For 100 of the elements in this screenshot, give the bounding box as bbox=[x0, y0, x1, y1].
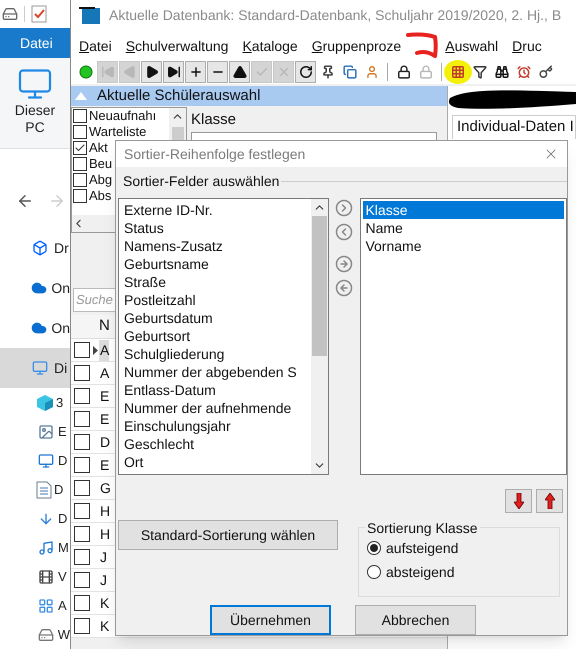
nav-item[interactable]: M bbox=[0, 533, 70, 562]
checkbox[interactable] bbox=[73, 125, 87, 139]
checkbox[interactable] bbox=[73, 141, 87, 155]
nav-item[interactable]: W bbox=[0, 620, 70, 649]
checkbox[interactable] bbox=[73, 157, 87, 171]
alarm-clock-icon bbox=[516, 65, 530, 79]
nav-label: D bbox=[58, 510, 68, 528]
list-item[interactable]: Geburtsname bbox=[124, 255, 311, 273]
checkbox[interactable] bbox=[73, 109, 87, 123]
panel-header[interactable]: Aktuelle Schülerauswahl bbox=[71, 86, 447, 106]
list-item[interactable]: Geburtsort bbox=[124, 327, 311, 345]
checkbox[interactable] bbox=[74, 480, 90, 496]
list-item[interactable]: Einschulungsjahr bbox=[124, 417, 311, 435]
nav-label: V bbox=[58, 568, 67, 586]
move-right-icon[interactable] bbox=[335, 199, 354, 217]
scrollbar-thumb[interactable] bbox=[312, 216, 327, 356]
checkbox[interactable] bbox=[74, 595, 90, 611]
pushpin-icon bbox=[320, 65, 334, 79]
nav-item[interactable]: D bbox=[0, 446, 70, 475]
refresh-icon bbox=[298, 65, 312, 79]
dialog-button[interactable]: Übernehmen bbox=[210, 605, 331, 635]
menu-item[interactable]: Datei bbox=[79, 36, 112, 60]
panel-title: Aktuelle Schülerauswahl bbox=[97, 86, 260, 106]
toolbar-button[interactable] bbox=[141, 61, 162, 83]
checkbox[interactable] bbox=[74, 457, 90, 473]
list-item[interactable]: Schulgliederung bbox=[124, 345, 311, 363]
checkbox[interactable] bbox=[74, 434, 90, 450]
status-dot-icon bbox=[78, 65, 92, 79]
list-item[interactable]: Geburtsdatum bbox=[124, 309, 311, 327]
check-icon bbox=[74, 142, 86, 154]
nav-item[interactable]: E bbox=[0, 417, 70, 446]
nav-item[interactable]: A bbox=[0, 591, 70, 620]
nav-item[interactable]: V bbox=[0, 562, 70, 591]
menu-item[interactable]: Schulverwaltung bbox=[126, 36, 228, 60]
checkbox[interactable] bbox=[74, 618, 90, 634]
play-icon bbox=[144, 65, 158, 79]
menu-item[interactable]: Kataloge bbox=[242, 36, 298, 60]
checkbox[interactable] bbox=[73, 189, 87, 203]
toolbar-button[interactable] bbox=[295, 61, 316, 83]
list-item[interactable]: Straße bbox=[124, 273, 311, 291]
list-item[interactable]: Namens-Zusatz bbox=[124, 237, 311, 255]
move-left-icon[interactable] bbox=[335, 223, 354, 241]
nav-item[interactable]: On bbox=[0, 268, 70, 308]
drive-icon[interactable] bbox=[2, 6, 18, 22]
nav-item[interactable]: Dr bbox=[0, 228, 70, 268]
checkbox[interactable] bbox=[74, 388, 90, 404]
list-item[interactable]: Status bbox=[124, 219, 311, 237]
dialog-button[interactable]: Abbrechen bbox=[355, 605, 476, 635]
checkbox[interactable] bbox=[74, 365, 90, 381]
highlight-mark bbox=[443, 59, 473, 85]
checkbox[interactable] bbox=[74, 526, 90, 542]
list-item[interactable]: Ort bbox=[124, 453, 311, 471]
nav-item[interactable]: D bbox=[0, 504, 70, 533]
window-title: Aktuelle Datenbank: Standard-Datenbank, Schuljahr 2019/2020, 2. Hj., B bbox=[109, 6, 562, 25]
nav-label: D bbox=[54, 480, 64, 499]
nav-label: M bbox=[58, 538, 69, 557]
table-cell-text: A bbox=[99, 364, 110, 382]
list-item[interactable]: Nummer der abgebenden S bbox=[124, 363, 311, 381]
cube-icon bbox=[36, 394, 54, 412]
nav-item[interactable]: D bbox=[0, 475, 70, 504]
list-item[interactable]: Geschlecht bbox=[124, 435, 311, 453]
toolbar-button[interactable] bbox=[163, 61, 184, 83]
column-header[interactable]: N bbox=[99, 315, 110, 338]
list-item[interactable]: Klasse bbox=[363, 201, 564, 219]
list-item[interactable]: Entlass-Datum bbox=[124, 381, 311, 399]
list-item[interactable]: Postleitzahl bbox=[124, 291, 311, 309]
checkbox[interactable] bbox=[74, 549, 90, 565]
list-item[interactable]: Externe ID-Nr. bbox=[124, 201, 311, 219]
checkbox[interactable] bbox=[74, 572, 90, 588]
list-item[interactable]: Nummer der aufnehmende bbox=[124, 399, 311, 417]
nav-label: Di bbox=[54, 358, 68, 378]
menu-item[interactable]: Gruppenproze bbox=[312, 36, 402, 60]
checkbox[interactable] bbox=[74, 342, 90, 358]
nav-item[interactable]: Di bbox=[0, 348, 70, 388]
table-cell-text: K bbox=[99, 594, 110, 612]
toolbar-button[interactable] bbox=[229, 61, 250, 83]
list-item[interactable]: Vorname bbox=[363, 237, 564, 255]
move-up-button[interactable] bbox=[536, 489, 563, 513]
list-item[interactable]: Name bbox=[363, 219, 564, 237]
nav-item[interactable]: 3 bbox=[0, 388, 70, 417]
checkbox[interactable] bbox=[73, 173, 87, 187]
table-cell-text: J bbox=[99, 570, 107, 590]
detail-tab[interactable]: Individual-Daten I bbox=[452, 115, 576, 139]
file-tab[interactable]: Datei bbox=[0, 32, 53, 54]
menu-item[interactable]: Auswahl bbox=[445, 36, 498, 60]
nav-item[interactable]: On bbox=[0, 308, 70, 348]
vertical-scrollbar[interactable] bbox=[310, 199, 328, 474]
move-all-right-icon[interactable] bbox=[335, 255, 354, 273]
menu-item[interactable]: Druc bbox=[512, 36, 542, 60]
search-field[interactable]: Suche bbox=[73, 288, 116, 312]
checklist-icon[interactable] bbox=[31, 5, 47, 23]
radio-button[interactable] bbox=[367, 541, 381, 555]
radio-label: absteigend bbox=[386, 562, 455, 582]
checkbox[interactable] bbox=[74, 503, 90, 519]
toolbar-button[interactable] bbox=[185, 61, 206, 83]
checkbox[interactable] bbox=[74, 411, 90, 427]
default-sort-button[interactable]: Standard-Sortierung wählen bbox=[118, 520, 338, 550]
move-down-button[interactable] bbox=[505, 489, 532, 513]
move-all-left-icon[interactable] bbox=[335, 279, 354, 297]
radio-button[interactable] bbox=[367, 565, 381, 579]
